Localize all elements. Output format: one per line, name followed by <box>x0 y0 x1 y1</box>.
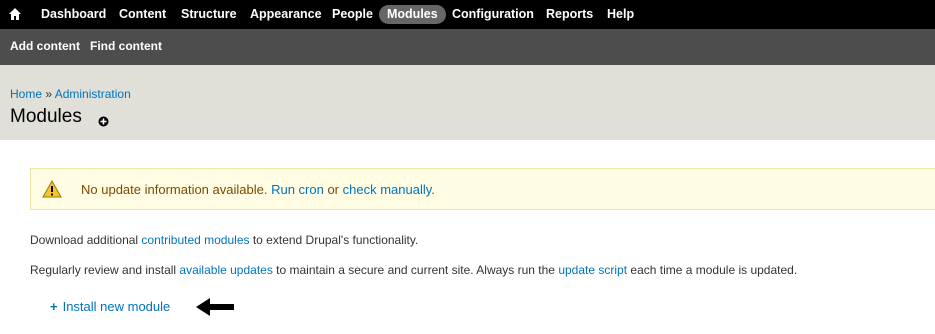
shortcuts-bar: Add content Find content <box>0 29 935 65</box>
toolbar-item-modules[interactable]: Modules <box>379 5 446 24</box>
breadcrumb-administration-link[interactable]: Administration <box>55 87 131 101</box>
toolbar-item-help[interactable]: Help <box>607 0 634 29</box>
breadcrumb-separator: » <box>45 87 53 101</box>
add-shortcut-icon[interactable] <box>98 116 109 127</box>
help-line1-after: to extend Drupal's functionality. <box>252 233 419 247</box>
help-line2-mid: to maintain a secure and current site. A… <box>276 263 555 277</box>
toolbar-item-people[interactable]: People <box>332 0 373 29</box>
breadcrumb-home-link[interactable]: Home <box>10 87 42 101</box>
toolbar-item-reports[interactable]: Reports <box>546 0 593 29</box>
arrow-left-icon <box>196 298 234 316</box>
help-text-updates: Regularly review and install available u… <box>30 263 797 277</box>
available-updates-link[interactable]: available updates <box>179 263 272 277</box>
help-line2-before: Regularly review and install <box>30 263 177 277</box>
toolbar-item-appearance[interactable]: Appearance <box>250 0 322 29</box>
warning-message: No update information available. Run cro… <box>30 168 935 210</box>
home-icon[interactable] <box>8 7 22 21</box>
admin-toolbar: Dashboard Content Structure Appearance P… <box>0 0 935 29</box>
page-header: Home » Administration Modules <box>0 65 935 140</box>
install-new-module-link[interactable]: Install new module <box>63 299 171 314</box>
toolbar-item-configuration[interactable]: Configuration <box>452 0 534 29</box>
help-line2-after: each time a module is updated. <box>630 263 798 277</box>
toolbar-item-structure[interactable]: Structure <box>181 0 237 29</box>
shortcut-add-content[interactable]: Add content <box>10 29 80 63</box>
update-script-link[interactable]: update script <box>558 263 627 277</box>
warning-text-before: No update information available. <box>81 182 268 197</box>
plus-icon: + <box>50 299 58 314</box>
help-line1-before: Download additional <box>30 233 139 247</box>
toolbar-item-content[interactable]: Content <box>119 0 166 29</box>
contributed-modules-link[interactable]: contributed modules <box>141 233 249 247</box>
warning-text: No update information available. Run cro… <box>81 182 435 197</box>
warning-text-end: . <box>431 182 435 197</box>
run-cron-link[interactable]: Run cron <box>271 182 324 197</box>
breadcrumb: Home » Administration <box>10 87 131 101</box>
toolbar-item-dashboard[interactable]: Dashboard <box>41 0 106 29</box>
warning-text-or: or <box>327 182 340 197</box>
page-title: Modules <box>10 106 82 127</box>
warning-icon <box>42 180 62 198</box>
check-manually-link[interactable]: check manually <box>343 182 432 197</box>
action-links: + Install new module <box>50 299 170 314</box>
shortcut-find-content[interactable]: Find content <box>90 29 162 63</box>
help-text-download: Download additional contributed modules … <box>30 233 418 247</box>
